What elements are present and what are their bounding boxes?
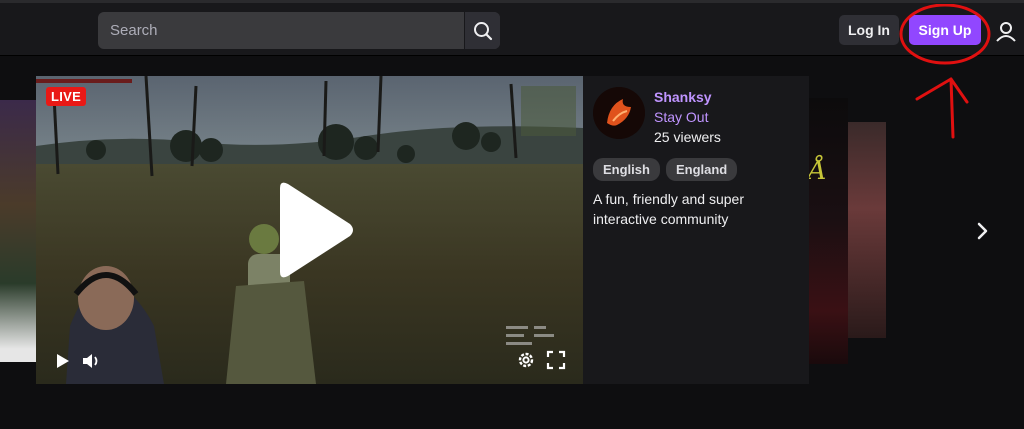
game-category-link[interactable]: Stay Out — [654, 109, 708, 125]
stream-tags: English England — [593, 158, 738, 181]
search-button[interactable] — [464, 12, 500, 49]
tag-english[interactable]: English — [593, 158, 660, 181]
carousel-next-thumbnail-2[interactable] — [846, 122, 886, 338]
search-bar — [98, 12, 500, 49]
channel-avatar[interactable] — [593, 87, 645, 139]
login-button[interactable]: Log In — [839, 15, 899, 45]
live-badge: LIVE — [46, 87, 87, 106]
fullscreen-icon[interactable] — [546, 350, 566, 370]
stream-description: A fun, friendly and super interactive co… — [593, 191, 744, 227]
fox-logo-icon — [593, 87, 645, 139]
user-icon[interactable] — [994, 20, 1018, 44]
search-icon — [473, 21, 492, 40]
video-player[interactable]: LIVE — [36, 76, 583, 384]
featured-carousel: Å LIVE Shanksy Stay Out 25 viewers Engli… — [0, 56, 1024, 429]
play-icon[interactable] — [276, 180, 356, 280]
gear-icon[interactable] — [516, 350, 536, 370]
neon-sign-decoration: Å — [808, 156, 827, 186]
tag-england[interactable]: England — [665, 158, 738, 181]
volume-icon[interactable] — [82, 352, 102, 370]
channel-name-link[interactable]: Shanksy — [654, 89, 712, 105]
carousel-prev-thumbnail[interactable] — [0, 100, 38, 362]
stream-info-panel: Shanksy Stay Out 25 viewers English Engl… — [583, 76, 809, 384]
play-icon[interactable] — [56, 353, 70, 369]
signup-button[interactable]: Sign Up — [909, 15, 981, 45]
top-nav: Log In Sign Up — [0, 3, 1024, 56]
viewer-count: 25 viewers — [654, 129, 721, 145]
search-input[interactable] — [98, 12, 464, 49]
chevron-right-icon[interactable] — [972, 220, 992, 242]
